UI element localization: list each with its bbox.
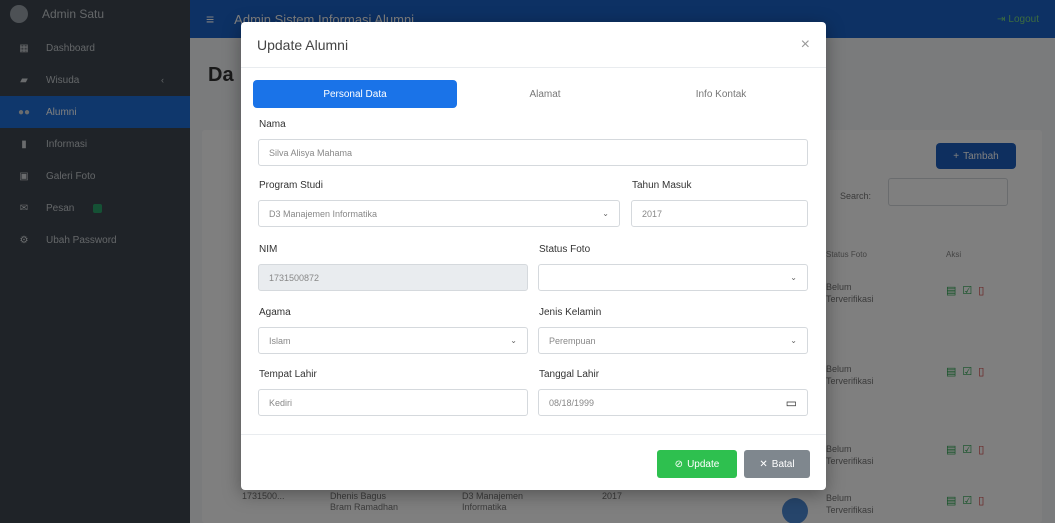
form-tabs: Personal Data Alamat Info Kontak (253, 80, 809, 108)
chevron-down-icon: ⌄ (602, 209, 609, 218)
tanggal-lahir-field[interactable]: 08/18/1999 ▭ (538, 389, 808, 416)
check-circle-icon: ⊘ (674, 458, 684, 470)
tempat-lahir-value: Kediri (269, 397, 293, 408)
program-studi-label: Program Studi (259, 180, 323, 191)
jenis-kelamin-value: Perempuan (549, 335, 596, 346)
program-studi-select[interactable]: D3 Manajemen Informatika ⌄ (258, 200, 620, 227)
calendar-icon[interactable]: ▭ (786, 396, 797, 410)
tahun-masuk-value: 2017 (642, 208, 663, 219)
chevron-down-icon: ⌄ (790, 336, 797, 345)
jenis-kelamin-select[interactable]: Perempuan ⌄ (538, 327, 808, 354)
close-icon: ✕ (759, 458, 768, 470)
tanggal-lahir-label: Tanggal Lahir (539, 369, 600, 380)
update-button[interactable]: ⊘ Update (657, 450, 737, 478)
nim-field: 1731500872 (258, 264, 528, 291)
agama-select[interactable]: Islam ⌄ (258, 327, 528, 354)
modal-footer (241, 434, 826, 490)
tab-personal-data[interactable]: Personal Data (253, 80, 457, 108)
agama-value: Islam (269, 335, 291, 346)
update-button-label: Update (687, 458, 720, 470)
tahun-masuk-label: Tahun Masuk (632, 180, 692, 191)
tempat-lahir-field[interactable]: Kediri (258, 389, 528, 416)
nim-value: 1731500872 (269, 272, 320, 283)
status-foto-label: Status Foto (539, 244, 591, 255)
modal-title: Update Alumni (257, 36, 349, 53)
close-icon[interactable]: × (801, 36, 810, 54)
cancel-button-label: Batal (771, 458, 795, 470)
tab-info-kontak[interactable]: Info Kontak (633, 80, 809, 108)
update-alumni-modal: Update Alumni × Personal Data Alamat Inf… (241, 22, 826, 490)
tanggal-lahir-value: 08/18/1999 (549, 397, 595, 408)
modal-header: Update Alumni × (241, 22, 826, 68)
tempat-lahir-label: Tempat Lahir (259, 369, 317, 380)
cancel-button[interactable]: ✕ Batal (744, 450, 810, 478)
nama-field[interactable]: Silva Alisya Mahama (258, 139, 808, 166)
tab-alamat[interactable]: Alamat (457, 80, 633, 108)
nim-label: NIM (259, 244, 278, 255)
chevron-down-icon: ⌄ (790, 273, 797, 282)
status-foto-select[interactable]: ⌄ (538, 264, 808, 291)
program-studi-value: D3 Manajemen Informatika (269, 208, 378, 219)
nama-value: Silva Alisya Mahama (269, 147, 353, 158)
chevron-down-icon: ⌄ (510, 336, 517, 345)
nama-label: Nama (259, 119, 286, 130)
agama-label: Agama (259, 307, 291, 318)
tahun-masuk-field[interactable]: 2017 (631, 200, 808, 227)
jenis-kelamin-label: Jenis Kelamin (539, 307, 602, 318)
